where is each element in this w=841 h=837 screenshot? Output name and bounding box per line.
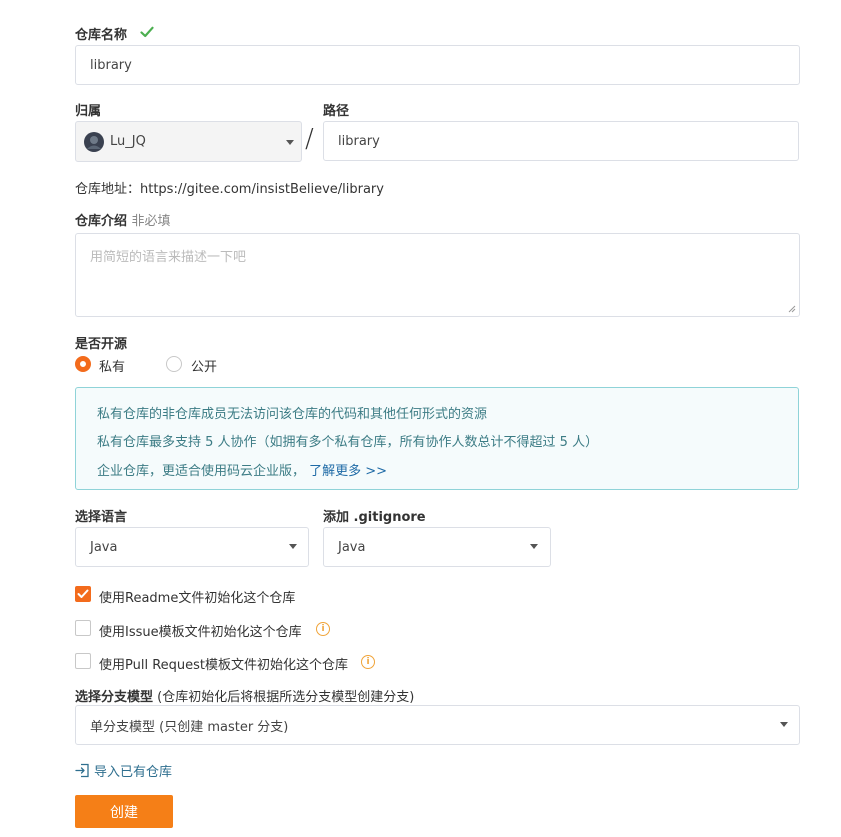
notice-line-3: 企业仓库，更适合使用码云企业版， 了解更多 >> [97,460,387,479]
owner-path-separator: / [305,124,314,154]
owner-select[interactable]: Lu_JQ [75,121,302,162]
branch-model-select[interactable]: 单分支模型 (只创建 master 分支) [75,705,800,745]
chevron-down-icon [530,544,538,549]
description-placeholder: 用简短的语言来描述一下吧 [90,250,247,265]
check-icon [140,26,154,38]
repo-name-value: library [90,57,132,73]
owner-selected: Lu_JQ [110,134,146,149]
checkbox-pr-template[interactable] [75,653,91,669]
path-label: 路径 [323,104,350,119]
chevron-down-icon [286,140,294,145]
repo-address: 仓库地址：https://gitee.com/insistBelieve/lib… [75,182,384,197]
repo-name-label: 仓库名称 [75,24,127,43]
import-icon [75,763,89,778]
radio-private[interactable] [75,356,91,372]
checkbox-issue-template-label[interactable]: 使用Issue模板文件初始化这个仓库 [99,621,302,640]
avatar [84,131,104,152]
repo-name-input[interactable]: library [75,45,800,85]
checkbox-pr-template-label[interactable]: 使用Pull Request模板文件初始化这个仓库 [99,654,348,673]
chevron-down-icon [780,722,788,727]
checkbox-readme-label[interactable]: 使用Readme文件初始化这个仓库 [99,587,295,606]
radio-private-label[interactable]: 私有 [99,356,125,375]
checkbox-readme[interactable] [75,586,91,602]
branch-model-hint: (仓库初始化后将根据所选分支模型创建分支) [157,690,415,705]
notice-line-2: 私有仓库最多支持 5 人协作（如拥有多个私有仓库，所有协作人数总计不得超过 5 … [97,435,599,450]
language-label: 选择语言 [75,510,128,525]
import-repo-text: 导入已有仓库 [94,765,173,780]
learn-more-link[interactable]: 了解更多 >> [309,464,387,479]
description-label: 仓库介绍 非必填 [75,210,171,229]
notice-line-1: 私有仓库的非仓库成员无法访问该仓库的代码和其他任何形式的资源 [97,407,488,422]
language-select[interactable]: Java [75,527,309,567]
radio-public[interactable] [166,356,182,372]
info-icon[interactable]: i [361,655,375,669]
checkbox-issue-template[interactable] [75,620,91,636]
branch-model-selected: 单分支模型 (只创建 master 分支) [90,719,289,735]
private-notice-box: 私有仓库的非仓库成员无法访问该仓库的代码和其他任何形式的资源 私有仓库最多支持 … [75,387,799,490]
owner-label: 归属 [75,104,102,119]
gitignore-selected: Java [338,539,366,555]
enterprise-text: 企业仓库，更适合使用码云企业版， [97,464,306,479]
optional-hint: 非必填 [131,214,171,229]
info-icon[interactable]: i [316,622,330,636]
gitignore-select[interactable]: Java [323,527,551,567]
checkmark-icon [77,589,89,598]
repo-name-label-text: 仓库名称 [75,28,128,43]
chevron-down-icon [289,544,297,549]
description-textarea[interactable]: 用简短的语言来描述一下吧 [75,233,800,317]
path-input[interactable]: library [323,121,799,161]
visibility-label: 是否开源 [75,337,128,352]
create-button[interactable]: 创建 [75,795,173,828]
gitignore-label: 添加 .gitignore [323,510,426,525]
import-repo-link[interactable]: 导入已有仓库 [75,761,172,780]
resize-handle-icon[interactable] [788,305,796,313]
radio-public-label[interactable]: 公开 [191,356,217,375]
branch-model-label-text: 选择分支模型 [75,690,154,705]
branch-model-label: 选择分支模型 (仓库初始化后将根据所选分支模型创建分支) [75,686,414,705]
path-value: library [338,133,380,149]
language-selected: Java [90,539,118,555]
description-label-text: 仓库介绍 [75,214,128,229]
